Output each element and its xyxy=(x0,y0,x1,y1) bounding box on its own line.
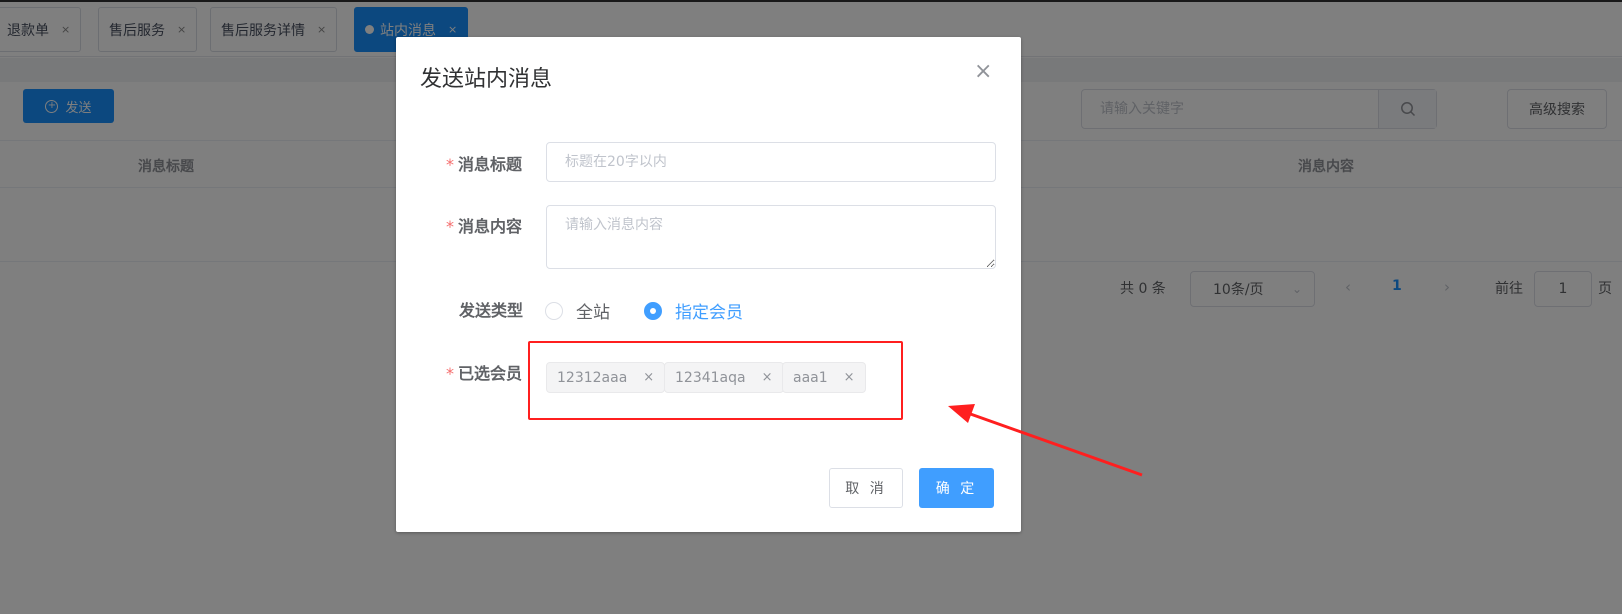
title-field-label: * 消息标题 xyxy=(446,155,523,174)
radio-circle-icon xyxy=(545,301,563,320)
radio-specific-members[interactable]: 指定会员 xyxy=(644,298,743,323)
radio-checked-icon xyxy=(644,301,662,320)
message-title-input[interactable] xyxy=(546,142,996,182)
required-mark: * xyxy=(446,364,454,383)
content-field-label: * 消息内容 xyxy=(446,217,523,236)
radio-label: 全站 xyxy=(576,303,610,323)
selected-members-label: * 已选会员 xyxy=(446,364,523,383)
send-type-label: 发送类型 xyxy=(459,301,524,320)
confirm-button[interactable]: 确 定 xyxy=(919,468,994,508)
radio-all-site[interactable]: 全站 xyxy=(545,298,610,323)
message-content-textarea[interactable] xyxy=(546,205,996,269)
send-message-dialog: 发送站内消息 × *消息标题 *消息内容 发送类型 全站 指定会员 *已选会员 … xyxy=(396,37,1021,532)
dialog-title: 发送站内消息 xyxy=(420,67,553,92)
close-icon[interactable]: × xyxy=(974,61,992,83)
required-mark: * xyxy=(446,155,454,174)
required-mark: * xyxy=(446,217,454,236)
cancel-button[interactable]: 取 消 xyxy=(829,468,903,508)
radio-label: 指定会员 xyxy=(675,303,743,323)
annotation-highlight-box xyxy=(528,341,903,420)
